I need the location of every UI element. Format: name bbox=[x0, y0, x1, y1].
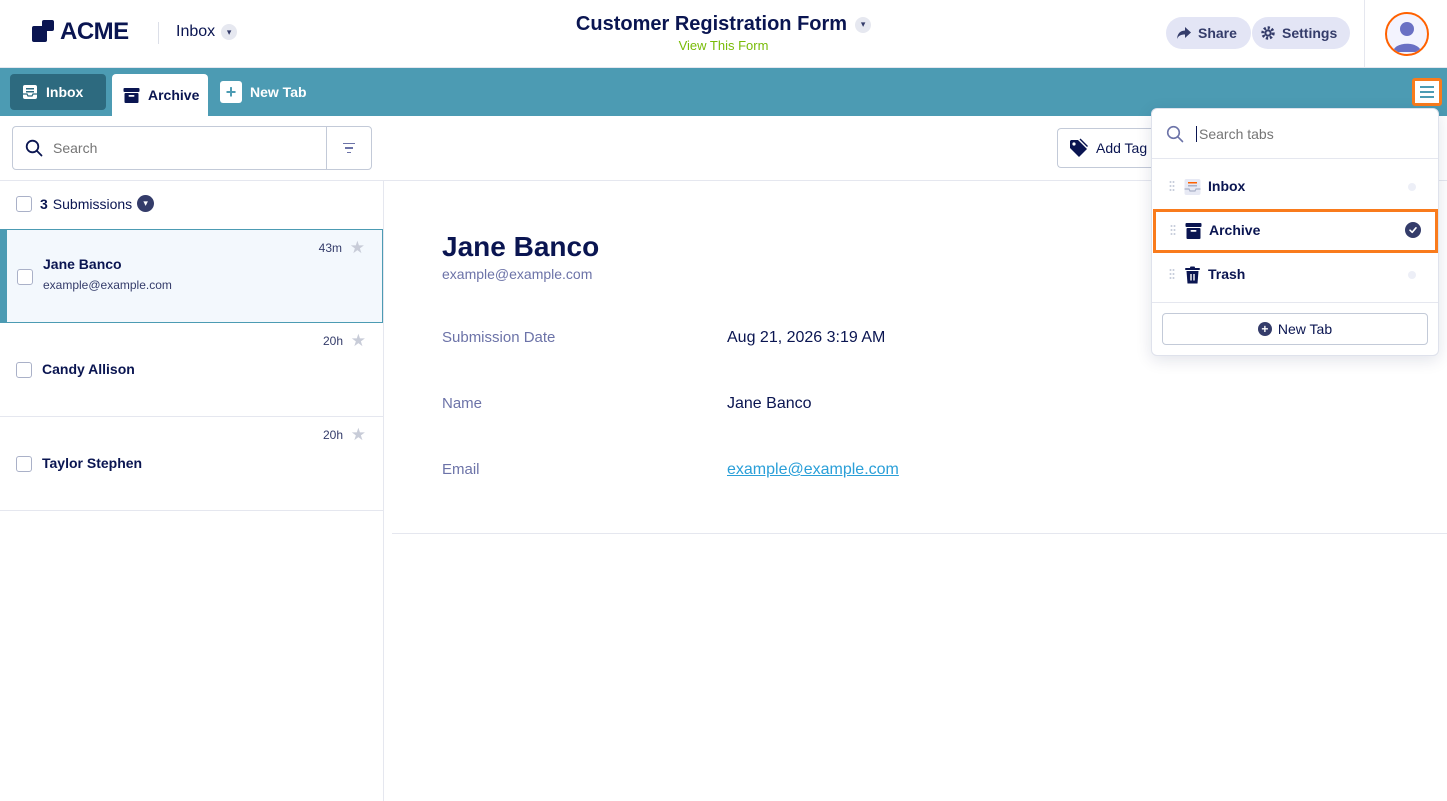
tab-menu-new-tab-label: New Tab bbox=[1277, 321, 1333, 337]
detail-divider bbox=[392, 533, 1447, 534]
list-header: 3 Submissions ▾ bbox=[16, 195, 155, 212]
tab-menu-item-inbox[interactable]: Inbox bbox=[1152, 165, 1438, 209]
tab-menu-button[interactable] bbox=[1412, 78, 1442, 106]
archive-icon bbox=[1185, 223, 1202, 239]
row-email: example@example.com bbox=[43, 278, 172, 292]
plus-icon: + bbox=[220, 81, 242, 103]
tab-menu-item-label: Archive bbox=[1209, 222, 1261, 238]
share-label: Share bbox=[1198, 25, 1237, 41]
header-divider-right bbox=[1364, 0, 1365, 68]
search-icon bbox=[1166, 125, 1184, 142]
field-label: Name bbox=[442, 395, 483, 412]
top-header: ACME Inbox ▾ Customer Registration Form … bbox=[0, 0, 1447, 68]
row-name: Taylor Stephen bbox=[42, 455, 143, 471]
row-checkbox[interactable] bbox=[17, 269, 33, 285]
hamburger-icon bbox=[1420, 86, 1434, 88]
app-window: ACME Inbox ▾ Customer Registration Form … bbox=[0, 0, 1447, 801]
new-tab-button[interactable]: + New Tab bbox=[220, 74, 307, 110]
plus-circle-icon: + bbox=[1257, 322, 1272, 336]
tab-inbox-label: Inbox bbox=[46, 84, 84, 100]
email-link[interactable]: example@example.com bbox=[727, 461, 899, 479]
tab-menu-item-archive[interactable]: Archive bbox=[1153, 209, 1438, 253]
add-tag-label: Add Tag bbox=[1096, 140, 1148, 156]
gear-icon bbox=[1261, 26, 1275, 40]
chevron-down-icon: ▾ bbox=[855, 16, 872, 33]
tab-menu-new-tab-button[interactable]: + New Tab bbox=[1162, 313, 1428, 345]
submission-count: 3 bbox=[40, 195, 48, 212]
row-checkbox[interactable] bbox=[16, 456, 32, 472]
form-title: Customer Registration Form bbox=[575, 13, 848, 35]
row-name: Candy Allison bbox=[42, 361, 135, 377]
form-title-dropdown[interactable]: Customer Registration Form ▾ bbox=[575, 13, 872, 36]
tab-search-input[interactable] bbox=[1196, 125, 1416, 142]
check-icon bbox=[1405, 222, 1421, 238]
drag-handle-icon[interactable] bbox=[1169, 268, 1175, 280]
settings-button[interactable]: Settings bbox=[1252, 17, 1351, 49]
row-name: Jane Banco bbox=[43, 256, 122, 272]
submission-list: 3 Submissions ▾ Jane Banco example@examp… bbox=[0, 181, 384, 801]
inbox-icon bbox=[23, 85, 37, 99]
status-dot bbox=[1408, 183, 1416, 191]
chevron-down-icon: ▾ bbox=[137, 195, 155, 212]
list-item[interactable]: Candy Allison 20h ★ bbox=[0, 323, 383, 417]
submission-count-dropdown[interactable]: 3 Submissions ▾ bbox=[40, 195, 155, 212]
share-icon bbox=[1177, 27, 1191, 39]
filter-icon bbox=[343, 142, 355, 145]
tab-search-box[interactable] bbox=[1152, 109, 1438, 159]
settings-label: Settings bbox=[1282, 25, 1338, 41]
tab-menu-item-trash[interactable]: Trash bbox=[1152, 253, 1438, 297]
trash-icon bbox=[1185, 266, 1200, 284]
field-label: Submission Date bbox=[442, 329, 556, 346]
tab-inbox[interactable]: Inbox bbox=[10, 74, 106, 110]
field-value: Aug 21, 2026 3:19 AM bbox=[727, 329, 886, 346]
submission-count-label: Submissions bbox=[52, 195, 133, 212]
tab-menu-dropdown: Inbox Archive Trash + New Tab bbox=[1151, 108, 1439, 356]
tab-archive[interactable]: Archive bbox=[112, 74, 208, 116]
filter-button[interactable] bbox=[326, 126, 372, 170]
archive-icon bbox=[123, 87, 140, 103]
search-box[interactable] bbox=[12, 126, 327, 170]
star-icon[interactable]: ★ bbox=[351, 331, 366, 351]
field-value: Jane Banco bbox=[727, 395, 812, 412]
tag-icon bbox=[1070, 138, 1088, 157]
tab-menu-item-label: Inbox bbox=[1208, 178, 1246, 194]
tab-archive-label: Archive bbox=[148, 87, 200, 103]
search-input[interactable] bbox=[53, 140, 303, 156]
search-icon bbox=[25, 139, 43, 157]
star-icon[interactable]: ★ bbox=[351, 425, 366, 445]
detail-name: Jane Banco bbox=[442, 231, 600, 262]
tab-menu-divider bbox=[1152, 302, 1438, 303]
star-icon[interactable]: ★ bbox=[350, 238, 365, 258]
user-icon bbox=[1393, 22, 1421, 52]
row-time: 43m bbox=[318, 241, 342, 255]
add-tag-button[interactable]: Add Tag bbox=[1057, 128, 1157, 168]
list-item[interactable]: Taylor Stephen 20h ★ bbox=[0, 417, 383, 511]
select-all-checkbox[interactable] bbox=[16, 195, 32, 212]
field-label: Email bbox=[442, 461, 480, 478]
row-checkbox[interactable] bbox=[16, 362, 32, 378]
drag-handle-icon[interactable] bbox=[1169, 180, 1175, 192]
inbox-icon bbox=[1184, 179, 1201, 195]
list-item[interactable]: Jane Banco example@example.com 43m ★ bbox=[0, 229, 383, 323]
share-button[interactable]: Share bbox=[1166, 17, 1251, 49]
row-time: 20h bbox=[322, 334, 343, 348]
row-time: 20h bbox=[322, 428, 343, 442]
user-avatar[interactable] bbox=[1385, 12, 1429, 56]
new-tab-label: New Tab bbox=[250, 84, 307, 100]
detail-email: example@example.com bbox=[442, 266, 593, 282]
tab-menu-item-label: Trash bbox=[1208, 266, 1246, 282]
drag-handle-icon[interactable] bbox=[1170, 224, 1176, 236]
status-dot bbox=[1408, 271, 1416, 279]
